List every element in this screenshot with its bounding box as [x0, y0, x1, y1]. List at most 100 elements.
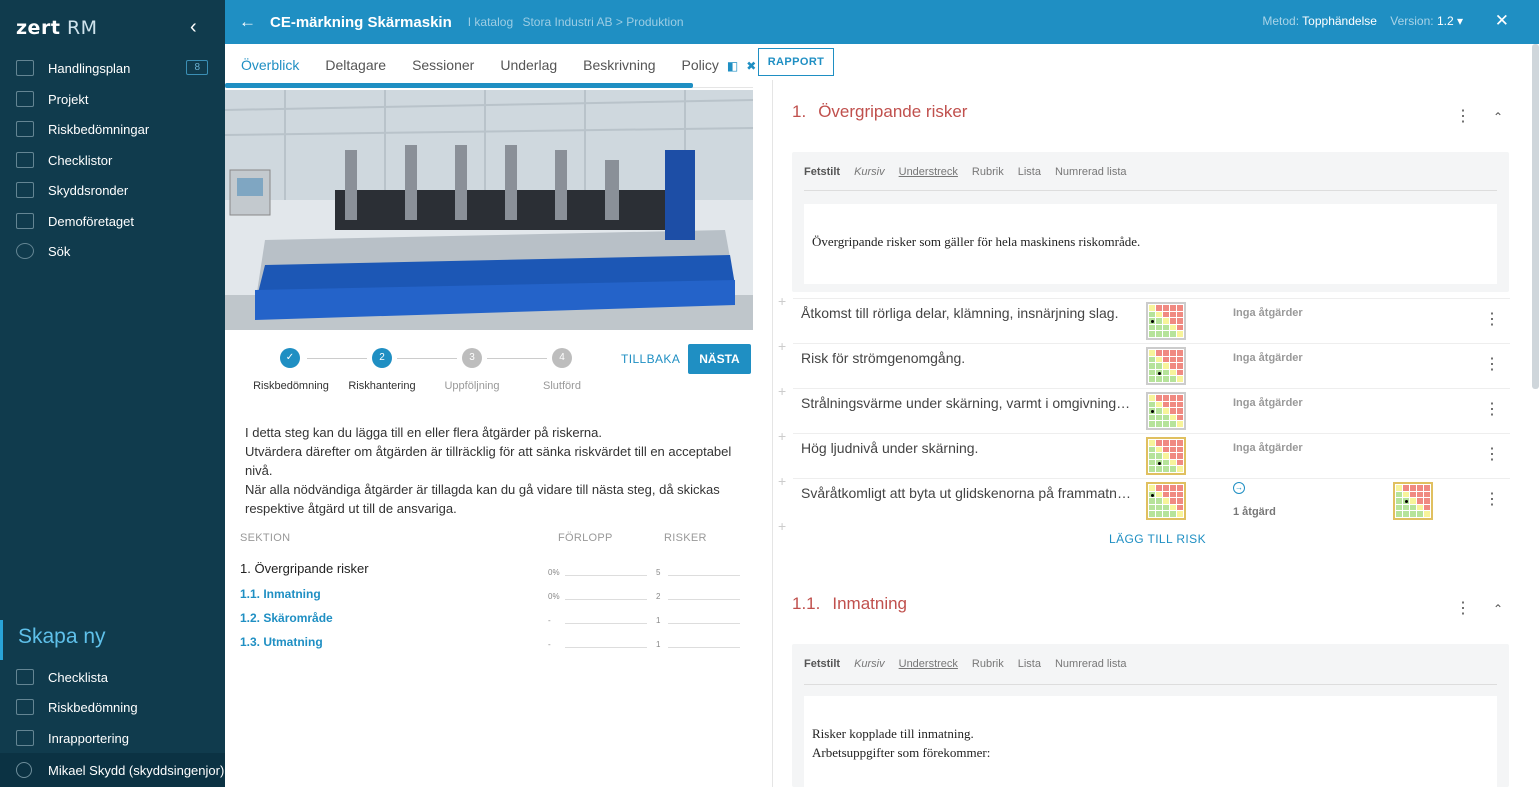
- more-options-icon[interactable]: ⋮: [1455, 598, 1471, 618]
- step-label: Uppföljning: [444, 380, 500, 392]
- editor-content[interactable]: Risker kopplade till inmatning. Arbetsup…: [804, 696, 1497, 787]
- tab-beskrivning[interactable]: Beskrivning: [583, 46, 655, 86]
- add-row-plus-icon[interactable]: +: [778, 518, 786, 534]
- sidebar-item-skyddsronder[interactable]: Skyddsronder: [0, 175, 225, 205]
- tab-policy[interactable]: Policy: [682, 46, 719, 86]
- risk-matrix[interactable]: [1146, 302, 1186, 340]
- collapse-sidebar-icon[interactable]: ‹: [190, 16, 197, 39]
- tab-underlag[interactable]: Underlag: [500, 46, 557, 86]
- add-row-plus-icon[interactable]: +: [778, 293, 786, 309]
- text-editor: Fetstilt Kursiv Understreck Rubrik Lista…: [792, 644, 1509, 787]
- more-options-icon[interactable]: ⋮: [1484, 444, 1500, 464]
- risk-matrix[interactable]: [1146, 437, 1186, 475]
- italic-button[interactable]: Kursiv: [854, 658, 885, 670]
- risk-row[interactable]: Strålningsvärme under skärning, varmt i …: [793, 388, 1510, 432]
- catalog-path[interactable]: Stora Industri AB > Produktion: [522, 15, 683, 29]
- more-options-icon[interactable]: ⋮: [1484, 399, 1500, 419]
- editor-content[interactable]: Övergripande risker som gäller för hela …: [804, 204, 1497, 284]
- more-options-icon[interactable]: ⋮: [1455, 106, 1471, 126]
- risk-row[interactable]: Svåråtkomligt att byta ut glidskenorna p…: [793, 478, 1510, 522]
- section-title: 1.1. Inmatning: [792, 594, 908, 613]
- tab-sessioner[interactable]: Sessioner: [412, 46, 474, 86]
- list-button[interactable]: Lista: [1018, 166, 1041, 178]
- sidebar-item-sok[interactable]: Sök: [0, 236, 225, 266]
- add-risk-button[interactable]: LÄGG TILL RISK: [1109, 532, 1206, 546]
- section-row[interactable]: 1.3. Utmatning: [240, 635, 323, 649]
- clipboard-icon: [16, 699, 34, 715]
- section-row[interactable]: 1.2. Skärområde: [240, 611, 333, 625]
- risk-row[interactable]: Hög ljudnivå under skärning. Inga åtgärd…: [793, 433, 1510, 477]
- progress-bar: [225, 83, 693, 88]
- create-checklista[interactable]: Checklista: [0, 662, 225, 692]
- list-button[interactable]: Lista: [1018, 658, 1041, 670]
- heading-button[interactable]: Rubrik: [972, 658, 1004, 670]
- section-row[interactable]: 1. Övergripande risker: [240, 561, 369, 576]
- app-logo[interactable]: zert RM: [16, 17, 98, 39]
- numbered-list-button[interactable]: Numrerad lista: [1055, 166, 1127, 178]
- more-options-icon[interactable]: ⋮: [1484, 354, 1500, 374]
- more-options-icon[interactable]: ⋮: [1484, 309, 1500, 329]
- calendar-icon: [16, 91, 34, 107]
- step-label: Slutförd: [543, 380, 581, 392]
- text-editor: Fetstilt Kursiv Understreck Rubrik Lista…: [792, 152, 1509, 292]
- next-button[interactable]: NÄSTA: [688, 344, 751, 374]
- top-bar: ← CE-märkning Skärmaskin I katalog Stora…: [225, 0, 1539, 44]
- sidebar-item-demoforetaget[interactable]: Demoföretaget: [0, 206, 225, 236]
- create-inrapportering[interactable]: Inrapportering: [0, 723, 225, 753]
- risk-row[interactable]: Åtkomst till rörliga delar, klämning, in…: [793, 298, 1510, 342]
- chevron-up-icon[interactable]: ⌃: [1493, 602, 1503, 616]
- step-2[interactable]: 2: [372, 348, 392, 368]
- close-panel-icon[interactable]: ✖: [746, 59, 756, 73]
- create-riskbedomning[interactable]: Riskbedömning: [0, 692, 225, 722]
- add-row-plus-icon[interactable]: +: [778, 383, 786, 399]
- heading-button[interactable]: Rubrik: [972, 166, 1004, 178]
- count-badge: 8: [186, 60, 208, 75]
- clipboard-icon: [16, 121, 34, 137]
- editor-toolbar: Fetstilt Kursiv Understreck Rubrik Lista…: [804, 166, 1127, 178]
- risk-matrix[interactable]: [1146, 347, 1186, 385]
- version-select[interactable]: 1.2 ▾: [1437, 14, 1463, 28]
- section-row[interactable]: 1.1. Inmatning: [240, 587, 321, 601]
- close-icon[interactable]: ✕: [1495, 11, 1509, 31]
- bold-button[interactable]: Fetstilt: [804, 166, 840, 178]
- chevron-up-icon[interactable]: ⌃: [1493, 110, 1503, 124]
- add-row-plus-icon[interactable]: +: [778, 473, 786, 489]
- org-chart-icon: [16, 213, 34, 229]
- back-button[interactable]: TILLBAKA: [621, 352, 680, 366]
- step-3[interactable]: 3: [462, 348, 482, 368]
- scroll-tabs-left-icon[interactable]: ◧: [727, 59, 738, 73]
- bold-button[interactable]: Fetstilt: [804, 658, 840, 670]
- column-header-progress: FÖRLOPP: [558, 532, 613, 544]
- risk-matrix[interactable]: [1146, 392, 1186, 430]
- residual-risk-matrix[interactable]: [1393, 482, 1433, 520]
- numbered-list-button[interactable]: Numrerad lista: [1055, 658, 1127, 670]
- sidebar-item-checklistor[interactable]: Checklistor: [0, 145, 225, 175]
- tab-deltagare[interactable]: Deltagare: [325, 46, 386, 86]
- user-menu[interactable]: Mikael Skydd (skyddsingenjor): [0, 753, 225, 787]
- list-icon: [16, 669, 34, 685]
- more-options-icon[interactable]: ⋮: [1484, 489, 1500, 509]
- column-header-risks: RISKER: [664, 532, 707, 544]
- workflow-steps: ✓ 2 3 4 Riskbedömning Riskhantering Uppf…: [225, 340, 753, 400]
- tab-overblick[interactable]: Överblick: [241, 46, 300, 86]
- add-row-plus-icon[interactable]: +: [778, 338, 786, 354]
- add-row-plus-icon[interactable]: +: [778, 428, 786, 444]
- back-arrow-icon[interactable]: ←: [239, 12, 256, 32]
- arrow-right-circle-icon[interactable]: →: [1233, 482, 1245, 494]
- sidebar-item-projekt[interactable]: Projekt: [0, 84, 225, 114]
- underline-button[interactable]: Understreck: [899, 166, 958, 178]
- sidebar-item-riskbedomningar[interactable]: Riskbedömningar: [0, 114, 225, 144]
- underline-button[interactable]: Understreck: [899, 658, 958, 670]
- step-4[interactable]: 4: [552, 348, 572, 368]
- warning-icon: [16, 730, 34, 746]
- scrollbar[interactable]: [1532, 44, 1539, 389]
- breadcrumb: I katalog Stora Industri AB > Produktion: [467, 15, 684, 29]
- sidebar-item-handlingsplan[interactable]: Handlingsplan 8: [0, 53, 225, 83]
- create-new-heading: Skapa ny: [0, 620, 225, 660]
- column-header-section: SEKTION: [240, 532, 291, 544]
- italic-button[interactable]: Kursiv: [854, 166, 885, 178]
- report-button[interactable]: RAPPORT: [758, 48, 834, 76]
- risk-row[interactable]: Risk för strömgenomgång. Inga åtgärder ⋮: [793, 343, 1510, 387]
- risk-matrix[interactable]: [1146, 482, 1186, 520]
- step-done-check-icon[interactable]: ✓: [280, 348, 300, 368]
